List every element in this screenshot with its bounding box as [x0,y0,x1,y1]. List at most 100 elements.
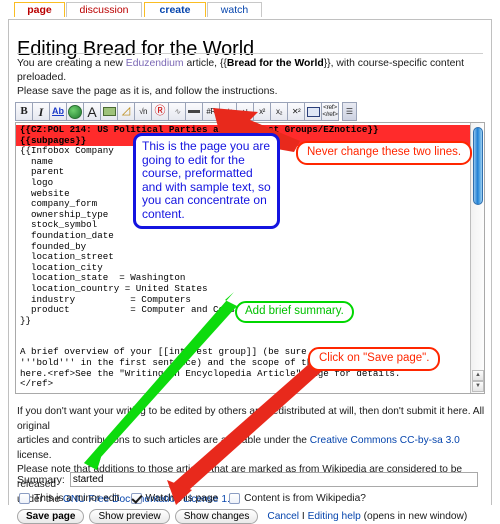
help-note: (opens in new window) [360,511,468,522]
annotation-never-change-note: Never change these two lines. [296,141,473,165]
infobox-field-row: location_state = Washington [20,272,186,284]
content-panel: Editing Bread for the World You are crea… [8,19,492,524]
show-preview-button[interactable]: Show preview [89,509,170,524]
infobox-key: stock_symbol [31,219,98,231]
eduzendium-link[interactable]: Eduzendium [126,58,184,69]
infobox-key: location_street [31,251,114,263]
watch-page-checkbox[interactable]: Watch this page [130,493,219,504]
infobox-key: parent [31,166,65,178]
minor-edit-box-icon[interactable] [19,493,30,504]
multiply-button[interactable]: ✕² [287,102,305,121]
infobox-field-row: stock_symbol [20,219,98,231]
minor-edit-label: This is a minor edit [34,493,120,504]
infobox-field-row: ownership_type [20,209,108,220]
infobox-key: logo [31,176,54,188]
tab-bar: page discussion create watch [0,0,500,20]
external-link-globe-icon[interactable] [66,102,84,121]
editor-scrollbar[interactable]: ▲ ▼ [470,123,484,393]
internal-link-button[interactable]: Ab [49,102,67,121]
license-notice: If you don't want your writing to be edi… [17,405,489,507]
line-break-button[interactable]: ↵ [236,102,254,121]
article-name-bold: Bread for the World [226,58,324,69]
infobox-value: = Computers [130,293,191,305]
annotation-save-page-note: Click on "Save page". [308,347,441,371]
italic-button[interactable]: I [32,102,50,121]
infobox-key: ownership_type [31,208,109,220]
infobox-field-row: foundation_date [20,230,114,241]
infobox-field-row: industry = Computers [20,294,191,305]
summary-input[interactable] [69,472,478,487]
strikethrough-button[interactable]: str [219,102,237,121]
infobox-field-row: location_city [20,262,103,273]
watch-page-box-icon[interactable] [130,493,142,504]
action-buttons-row: Save page Show preview Show changes Canc… [17,509,467,524]
editor-scrollbar-thumb[interactable] [473,127,483,205]
infobox-field-row: location_street [20,251,114,262]
intro-paragraph: You are creating a new Eduzendium articl… [17,57,487,99]
superscript-button[interactable]: x² [253,102,271,121]
intro-text-2: article, {{ [183,58,227,69]
infobox-value: = Washington [119,272,186,284]
minor-edit-checkbox[interactable]: This is a minor edit [19,493,120,504]
from-wikipedia-checkbox[interactable]: Content is from Wikipedia? [229,493,366,504]
headline-button[interactable]: A [83,102,101,121]
tab-discussion[interactable]: discussion [66,2,142,17]
watch-page-label: Watch this page [145,493,219,504]
annotation-blue-note: This is the page you are going to edit f… [133,133,280,229]
title-divider [17,53,483,54]
infobox-field-row: website [20,188,70,199]
save-page-button[interactable]: Save page [17,509,85,524]
infobox-key: product [31,304,70,316]
from-wikipedia-label: Content is from Wikipedia? [244,493,366,504]
reference-button[interactable]: <ref> </ref> [321,102,339,121]
options-row: This is a minor edit Watch this page Con… [19,493,377,504]
edit-toolbar: B I Ab A ◿ √n Ⓡ ∿ #R str ↵ x² x₂ ✕² <ref… [15,102,357,122]
infobox-key: location_state [31,272,109,284]
infobox-key: website [31,187,70,199]
infobox-field-row: founded_by [20,241,86,252]
license-line-1: If you don't want your writing to be edi… [17,406,485,432]
infobox-field-row: location_country = United States [20,283,207,294]
show-changes-button[interactable]: Show changes [174,509,259,524]
infobox-key: founded_by [31,240,87,252]
infobox-value: = United States [124,282,208,294]
tab-page[interactable]: page [14,2,65,17]
infobox-open: {{Infobox Company [20,145,114,157]
license-line-2b: license. [17,449,52,461]
editing-help-link[interactable]: Editing help [308,511,361,522]
signature-button[interactable]: ∿ [168,102,186,121]
tab-watch[interactable]: watch [207,2,262,17]
intro-line-2: Please save the page as it is, and follo… [17,86,278,97]
media-file-button[interactable]: ◿ [117,102,135,121]
infobox-field-row: parent [20,166,65,178]
tab-discussion-label: discussion [79,4,129,16]
special-characters-button[interactable]: ☰ [342,102,357,121]
infobox-key: industry [31,293,76,305]
redirect-button[interactable]: #R [202,102,220,121]
annotation-add-summary-note: Add brief summary. [235,301,354,323]
intro-text-1: You are creating a new [17,58,126,69]
cancel-link[interactable]: Cancel [267,511,299,522]
cc-license-link[interactable]: Creative Commons CC-by-sa 3.0 [310,435,460,446]
embedded-image-button[interactable] [100,102,118,121]
footer-links: Cancel I Editing help (opens in new wind… [267,511,467,522]
infobox-close: }} [20,314,32,326]
table-button[interactable] [304,102,322,121]
tab-create[interactable]: create [144,2,206,17]
summary-label: Summary: [17,473,65,486]
tab-watch-label: watch [220,4,249,16]
tab-create-label: create [159,4,191,16]
scroll-up-arrow-icon[interactable]: ▲ [472,370,484,381]
scroll-down-arrow-icon[interactable]: ▼ [472,381,484,392]
license-line-2a: articles and contributions to such artic… [17,435,310,447]
infobox-key: location_country [31,282,120,294]
horizontal-line-button[interactable] [185,102,203,121]
math-formula-button[interactable]: √n [134,102,152,121]
infobox-field-row: logo [20,177,53,188]
bold-button[interactable]: B [15,102,33,121]
nowiki-button[interactable]: Ⓡ [151,102,169,121]
subscript-button[interactable]: x₂ [270,102,288,121]
link-separator: I [299,511,308,522]
summary-row: Summary: [17,472,478,487]
from-wikipedia-box-icon[interactable] [229,493,241,504]
